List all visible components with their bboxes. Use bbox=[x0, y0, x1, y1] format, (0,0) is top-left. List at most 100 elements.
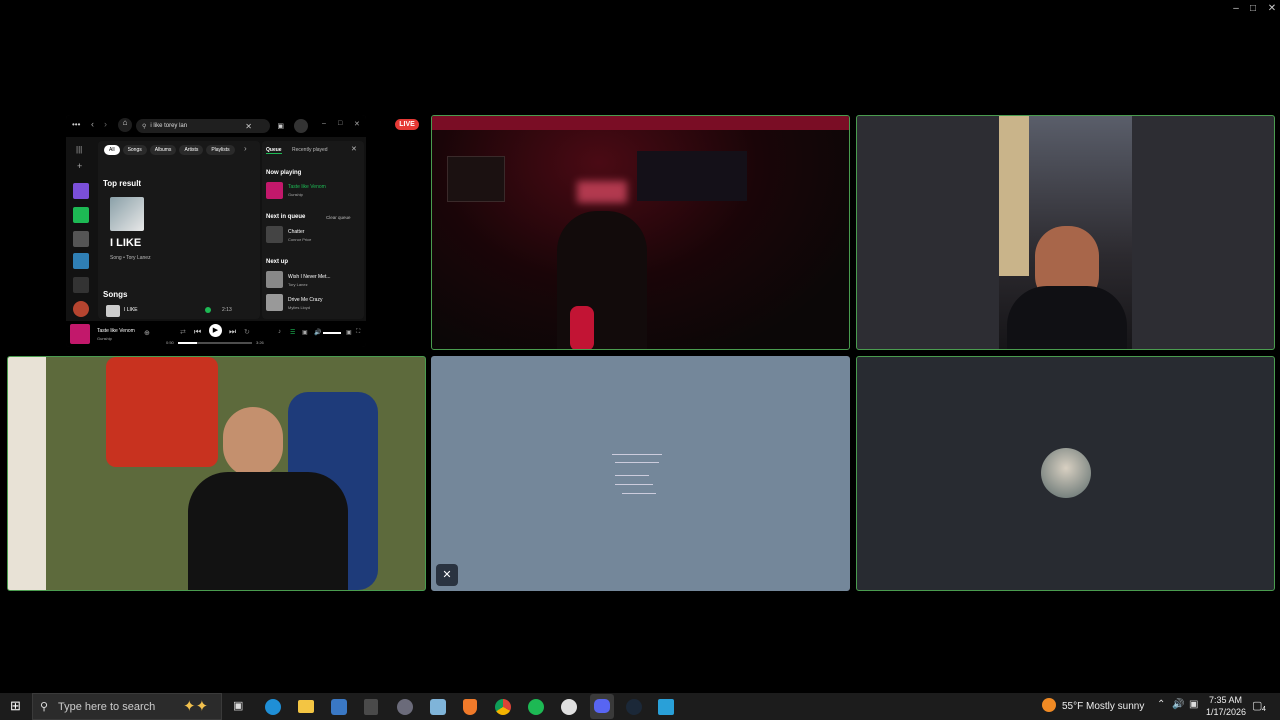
playlist-cover[interactable] bbox=[73, 253, 89, 269]
edge-icon[interactable] bbox=[265, 699, 281, 715]
video-tile-participant[interactable] bbox=[431, 115, 850, 350]
next-up-title[interactable]: Drive Me Crazy bbox=[288, 297, 322, 303]
shuffle-icon[interactable]: ⇄ bbox=[180, 328, 186, 336]
calculator-icon[interactable] bbox=[364, 699, 378, 715]
close-icon[interactable]: ✕ bbox=[354, 120, 360, 128]
filter-chip[interactable]: Songs bbox=[122, 145, 147, 155]
app-icon[interactable] bbox=[430, 699, 446, 715]
song-title[interactable]: I LIKE bbox=[124, 307, 138, 313]
fullscreen-icon[interactable]: ⛶ bbox=[356, 329, 360, 336]
folder-icon[interactable] bbox=[73, 277, 89, 293]
clock-time[interactable]: 7:35 AM bbox=[1209, 695, 1242, 705]
remote-desktop-icon[interactable] bbox=[331, 699, 347, 715]
close-icon[interactable]: ✕ bbox=[1262, 0, 1280, 16]
video-tile-screenshare[interactable]: ✕ bbox=[431, 356, 850, 591]
add-to-library-icon[interactable]: ⊕ bbox=[144, 329, 150, 337]
filter-chip[interactable]: Albums bbox=[149, 145, 177, 155]
app-icon[interactable] bbox=[397, 699, 413, 715]
notification-count: 4 bbox=[1262, 706, 1266, 713]
neon-sign bbox=[577, 181, 627, 203]
next-up-artist[interactable]: Tory Lanez bbox=[288, 282, 308, 287]
liked-songs-icon[interactable] bbox=[73, 183, 89, 199]
tab-recently-played[interactable]: Recently played bbox=[292, 147, 328, 153]
songs-heading: Songs bbox=[103, 290, 128, 299]
avatar[interactable] bbox=[294, 119, 308, 133]
chrome-icon[interactable] bbox=[495, 699, 511, 715]
clear-search-icon[interactable]: ✕ bbox=[245, 122, 252, 131]
file-explorer-icon[interactable] bbox=[298, 700, 314, 713]
windows-start-icon[interactable]: ⊞ bbox=[10, 698, 21, 714]
player-title[interactable]: Taste like Venom bbox=[97, 328, 135, 334]
filter-chip[interactable]: All bbox=[104, 145, 120, 155]
weather-text[interactable]: 55°F Mostly sunny bbox=[1062, 701, 1144, 712]
lyrics-icon[interactable]: ♪ bbox=[278, 329, 281, 335]
screen-share-spotify[interactable]: ••• ‹ › ⌂ ⚲ i like torey lan ✕ ▣ – □ ✕ |… bbox=[66, 115, 366, 347]
device-icon[interactable]: ▣ bbox=[302, 329, 308, 336]
now-playing-title[interactable]: Taste like Venom bbox=[288, 184, 326, 190]
more-icon[interactable]: ••• bbox=[72, 120, 80, 129]
weather-icon[interactable] bbox=[1042, 698, 1056, 712]
clear-queue-button[interactable]: Clear queue bbox=[326, 215, 351, 220]
next-in-queue-heading: Next in queue bbox=[266, 214, 306, 220]
app-icon[interactable] bbox=[658, 699, 674, 715]
volume-slider[interactable] bbox=[323, 332, 341, 334]
queue-item-title[interactable]: Chatter bbox=[288, 229, 304, 235]
led-strip bbox=[432, 116, 849, 130]
back-icon[interactable]: ‹ bbox=[91, 119, 94, 129]
app-icon[interactable] bbox=[561, 699, 577, 715]
album-cover[interactable] bbox=[110, 197, 144, 231]
task-view-icon[interactable]: ▣ bbox=[233, 699, 243, 712]
now-playing-artist[interactable]: Gunship bbox=[288, 192, 303, 197]
library-icon[interactable]: ||| bbox=[76, 145, 82, 154]
taskbar-search[interactable]: ⚲ Type here to search ✦✦ bbox=[32, 693, 222, 720]
close-icon[interactable]: ✕ bbox=[351, 145, 357, 153]
maximize-icon[interactable]: □ bbox=[1243, 0, 1263, 16]
album-cover[interactable] bbox=[70, 324, 90, 344]
browse-icon[interactable]: ▣ bbox=[277, 122, 284, 130]
player-artist[interactable]: Gunship bbox=[97, 336, 112, 341]
forward-icon[interactable]: › bbox=[104, 119, 107, 129]
discord-active-tab[interactable] bbox=[590, 694, 614, 719]
next-up-artist[interactable]: Mylies Lloyd bbox=[288, 305, 310, 310]
tab-queue[interactable]: Queue bbox=[266, 147, 282, 154]
miniplayer-icon[interactable]: ▣ bbox=[346, 329, 352, 336]
player-bar: Taste like Venom Gunship ⊕ ⇄ ⏮ ▶ ⏭ ↻ 0:5… bbox=[66, 321, 366, 347]
search-input[interactable]: ⚲ i like torey lan ✕ ▣ bbox=[136, 119, 284, 133]
maximize-icon[interactable]: □ bbox=[338, 120, 342, 127]
volume-icon[interactable]: 🔊 bbox=[314, 329, 321, 336]
video-tile-participant[interactable] bbox=[7, 356, 426, 591]
saved-check-icon[interactable] bbox=[205, 307, 211, 313]
artist-avatar[interactable] bbox=[73, 301, 89, 317]
progress-track[interactable] bbox=[178, 342, 252, 344]
queue-icon[interactable]: ☰ bbox=[290, 329, 295, 336]
clock-date[interactable]: 1/17/2026 bbox=[1206, 707, 1246, 717]
speaker-icon[interactable]: 🔊 bbox=[1172, 699, 1184, 710]
brave-icon[interactable] bbox=[463, 699, 477, 715]
saved-episodes-icon[interactable] bbox=[73, 207, 89, 223]
network-icon[interactable]: ▣ bbox=[1189, 699, 1198, 710]
camera-off-icon[interactable]: ✕ bbox=[436, 564, 458, 586]
next-up-title[interactable]: Wish I Never Met... bbox=[288, 274, 331, 280]
minimize-icon[interactable]: – bbox=[322, 120, 326, 127]
previous-icon[interactable]: ⏮ bbox=[194, 327, 201, 337]
top-result-title[interactable]: I LIKE bbox=[110, 237, 141, 249]
queue-item-artist[interactable]: Connor Price bbox=[288, 237, 311, 242]
video-tile-avatar[interactable] bbox=[856, 356, 1275, 591]
wall-frame bbox=[447, 156, 505, 202]
notifications-icon[interactable]: ▢ bbox=[1252, 699, 1262, 712]
steam-icon[interactable] bbox=[626, 699, 642, 715]
video-tile-participant[interactable] bbox=[856, 115, 1275, 350]
chevron-right-icon[interactable]: › bbox=[244, 144, 247, 153]
play-button[interactable]: ▶ bbox=[209, 324, 222, 337]
repeat-icon[interactable]: ↻ bbox=[244, 328, 250, 336]
chevron-up-icon[interactable]: ⌃ bbox=[1157, 699, 1165, 710]
home-icon[interactable]: ⌂ bbox=[118, 118, 132, 132]
add-icon[interactable]: + bbox=[77, 161, 82, 171]
spotify-icon[interactable] bbox=[528, 699, 544, 715]
playlist-cover[interactable] bbox=[73, 231, 89, 247]
top-result-heading: Top result bbox=[103, 179, 142, 188]
filter-chip[interactable]: Artists bbox=[179, 145, 204, 155]
next-icon[interactable]: ⏭ bbox=[229, 327, 236, 337]
blurred-text bbox=[612, 454, 662, 455]
filter-chip[interactable]: Playlists bbox=[206, 145, 235, 155]
